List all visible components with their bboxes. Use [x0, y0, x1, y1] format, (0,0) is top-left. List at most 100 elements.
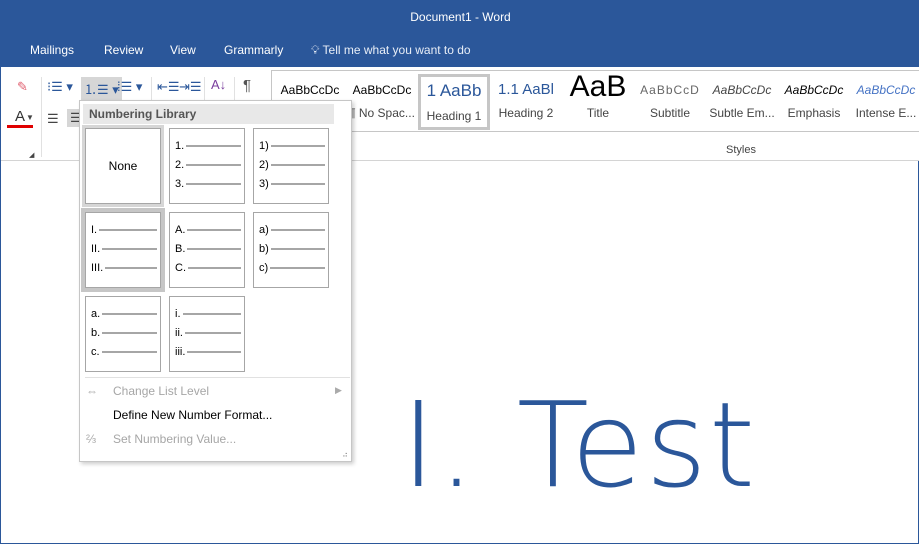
- text-line: [188, 267, 241, 269]
- number-marker: A.: [175, 224, 186, 236]
- numbering-line: b.: [91, 327, 157, 339]
- numbering-format-option[interactable]: i. ii. iii.: [169, 296, 245, 372]
- numbering-line: I.: [91, 224, 157, 236]
- style-subtitle[interactable]: AaBbCcD Subtitle: [634, 74, 706, 130]
- tab-view[interactable]: View: [170, 43, 196, 57]
- multilevel-list-icon[interactable]: ⁞☰ ▾: [117, 79, 142, 95]
- text-line: [101, 351, 157, 353]
- style-title[interactable]: AaB Title: [562, 74, 634, 130]
- numbering-none[interactable]: None: [82, 125, 164, 207]
- text-line: [187, 229, 241, 231]
- tab-grammarly[interactable]: Grammarly: [224, 43, 283, 57]
- style-name: Subtle Em...: [709, 106, 775, 120]
- style-emphasis[interactable]: AaBbCcDc Emphasis: [778, 74, 850, 130]
- tab-review[interactable]: Review: [104, 43, 143, 57]
- increase-indent-icon[interactable]: ⇥☰: [179, 79, 202, 95]
- number-marker: C.: [175, 262, 186, 274]
- number-marker: iii.: [175, 346, 186, 358]
- number-marker: a.: [91, 308, 101, 320]
- number-marker: i.: [175, 308, 181, 320]
- number-marker: c): [259, 262, 269, 274]
- window-title: Document1 - Word: [410, 10, 511, 24]
- number-marker: II.: [91, 243, 101, 255]
- text-line: [105, 267, 157, 269]
- numbering-line: c): [259, 262, 325, 274]
- styles-gallery: AaBbCcDc AaBbCcDc ¶ No Spac... 1 AaBb Head…: [271, 70, 919, 132]
- numbering-line: C.: [175, 262, 241, 274]
- title-bar: Document1 - Word Mailings Review View Gr…: [1, 1, 919, 67]
- number-marker: 1.: [175, 140, 185, 152]
- number-marker: 2.: [175, 159, 185, 171]
- text-line: [99, 229, 157, 231]
- text-line: [270, 248, 325, 250]
- numbering-line: i.: [175, 308, 241, 320]
- text-line: [187, 351, 241, 353]
- document-text[interactable]: I. Test: [401, 376, 757, 514]
- style-intense-emphasis[interactable]: AaBbCcDc Intense E...: [850, 74, 919, 130]
- numbering-format-option[interactable]: a. b. c.: [85, 296, 161, 372]
- styles-group-label: Styles: [726, 144, 756, 156]
- text-line: [270, 164, 325, 166]
- style-preview: 1.1 AaBl: [498, 81, 554, 98]
- align-left-icon[interactable]: ☰: [47, 111, 59, 127]
- style-name: Intense E...: [855, 106, 917, 120]
- numbering-format-option[interactable]: I. II. III.: [81, 208, 165, 292]
- style-name: Heading 1: [426, 109, 482, 123]
- number-marker: 3): [259, 178, 269, 190]
- menu-separator: [85, 377, 350, 378]
- text-line: [187, 248, 241, 250]
- number-marker: a): [259, 224, 269, 236]
- numbering-icon[interactable]: ⒈☰ ▾: [81, 77, 122, 100]
- numbering-format-option[interactable]: 1. 2. 3.: [169, 128, 245, 204]
- tell-me-text: Tell me what you want to do: [322, 43, 471, 57]
- numbering-format-option[interactable]: a) b) c): [253, 212, 329, 288]
- number-marker: 1): [259, 140, 269, 152]
- numbering-format-option[interactable]: A. B. C.: [169, 212, 245, 288]
- menu-define-new-number-format[interactable]: Define New Number Format...: [113, 408, 272, 422]
- numbering-line: 3.: [175, 178, 241, 190]
- menu-change-list-level[interactable]: Change List Level: [113, 384, 209, 398]
- style-preview: AaBbCcDc: [712, 83, 772, 97]
- decrease-indent-icon[interactable]: ⇤☰: [157, 79, 180, 95]
- style-no-spacing[interactable]: AaBbCcDc ¶ No Spac...: [346, 74, 418, 130]
- tell-me-box[interactable]: 💡︎ Tell me what you want to do: [311, 43, 471, 58]
- number-marker: ii.: [175, 327, 183, 339]
- text-line: [102, 313, 157, 315]
- style-heading-1[interactable]: 1 AaBb Heading 1: [418, 74, 490, 130]
- text-line: [102, 248, 157, 250]
- text-line: [270, 267, 325, 269]
- style-preview: 1 AaBb: [426, 81, 482, 100]
- change-list-level-icon: ⇔: [86, 384, 98, 398]
- clear-formatting-icon[interactable]: ✎: [17, 79, 28, 95]
- font-color-dropdown-icon[interactable]: ▼: [26, 113, 34, 122]
- text-line: [270, 229, 325, 231]
- style-heading-2[interactable]: 1.1 AaBl Heading 2: [490, 74, 562, 130]
- numbering-format-option[interactable]: 1) 2) 3): [253, 128, 329, 204]
- style-subtle-emphasis[interactable]: AaBbCcDc Subtle Em...: [706, 74, 778, 130]
- numbering-line: a): [259, 224, 325, 236]
- numbering-line: 1): [259, 140, 325, 152]
- text-line: [270, 183, 325, 185]
- style-preview: AaBbCcD: [640, 83, 700, 97]
- number-marker: b): [259, 243, 269, 255]
- numbering-line: A.: [175, 224, 241, 236]
- numbering-line: a.: [91, 308, 157, 320]
- dialog-launcher-icon[interactable]: ◢: [29, 151, 34, 159]
- numbering-line: III.: [91, 262, 157, 274]
- lightbulb-icon: 💡︎: [311, 43, 323, 57]
- text-line: [102, 332, 157, 334]
- numbering-line: b): [259, 243, 325, 255]
- numbering-line: B.: [175, 243, 241, 255]
- menu-set-numbering-value[interactable]: Set Numbering Value...: [113, 432, 236, 446]
- numbering-line: 3): [259, 178, 325, 190]
- sort-icon[interactable]: A↓: [211, 77, 226, 92]
- tab-mailings[interactable]: Mailings: [30, 43, 74, 57]
- resize-grip-icon[interactable]: ⠴: [342, 450, 348, 459]
- numbering-library-dropdown: Numbering Library None 1. 2. 3. 1) 2) 3) I. II.…: [79, 100, 352, 462]
- style-name: Emphasis: [787, 106, 841, 120]
- number-marker: B.: [175, 243, 186, 255]
- show-formatting-marks-icon[interactable]: ¶: [243, 77, 251, 94]
- bullets-icon[interactable]: ⁝☰ ▾: [47, 79, 73, 95]
- numbering-line: c.: [91, 346, 157, 358]
- style-preview: AaB: [569, 74, 627, 103]
